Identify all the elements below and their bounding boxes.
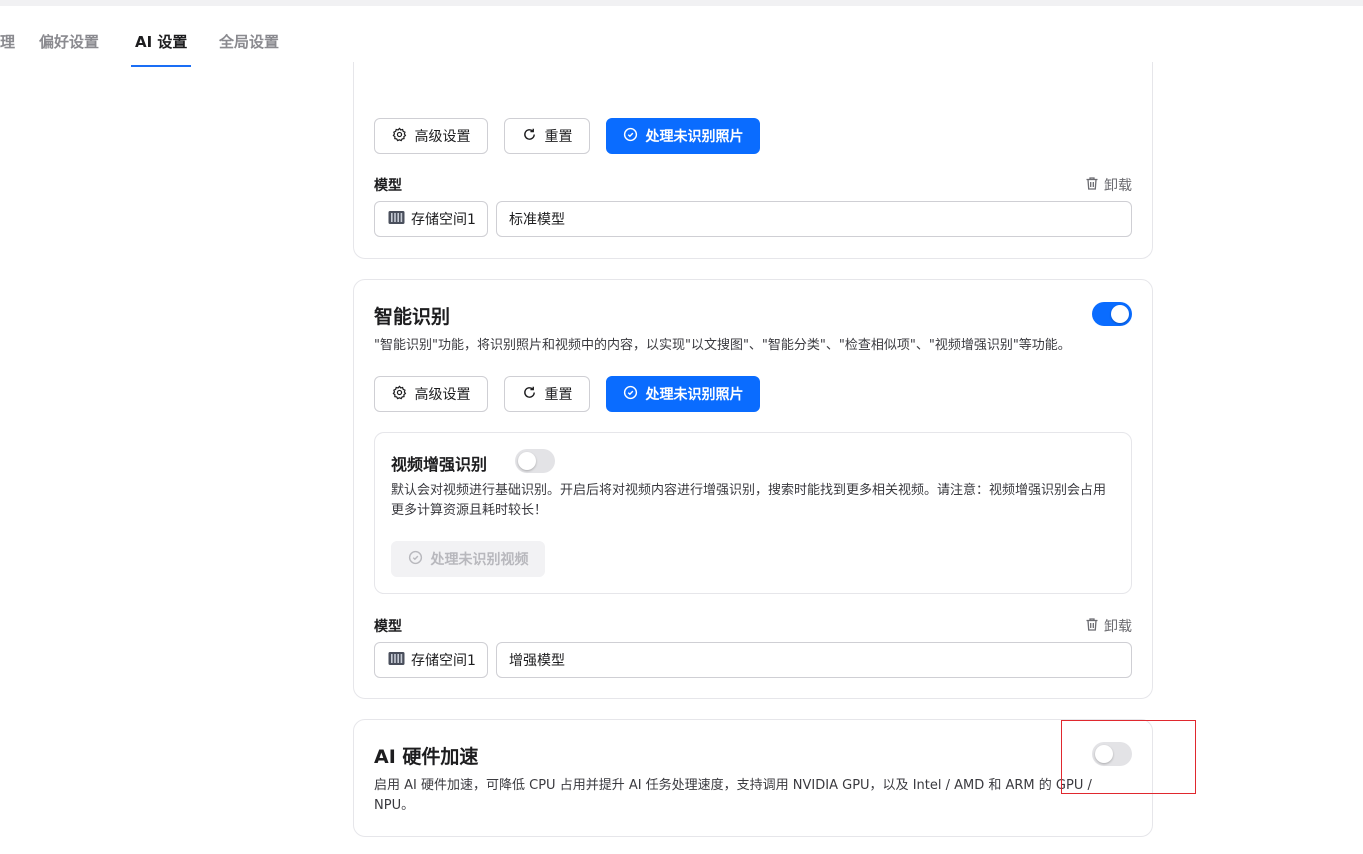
tab-management[interactable]: 理 (0, 31, 15, 52)
reset-label: 重置 (544, 129, 573, 145)
reset-button[interactable]: 重置 (504, 376, 590, 412)
process-unrecognized-videos-button[interactable]: 处理未识别视频 (391, 541, 545, 577)
smart-recognition-description: "智能识别"功能，将识别照片和视频中的内容，以实现"以文搜图"、"智能分类"、"… (374, 338, 1071, 353)
smart-recognition-title: 智能识别 (374, 306, 451, 328)
check-circle-icon (408, 550, 423, 569)
storage-label: 存储空间1 (411, 212, 476, 228)
active-tab-indicator (131, 65, 191, 67)
advanced-settings-label: 高级设置 (414, 387, 471, 403)
unload-label: 卸载 (1104, 619, 1132, 635)
video-enhanced-toggle[interactable] (515, 449, 555, 473)
refresh-icon (522, 127, 537, 146)
process-label: 处理未识别照片 (645, 129, 744, 145)
check-circle-icon (623, 127, 638, 146)
storage-selector[interactable]: 存储空间1 (374, 201, 488, 237)
storage-selector[interactable]: 存储空间1 (374, 642, 488, 678)
tab-ai-settings[interactable]: AI 设置 (135, 31, 187, 52)
model-label: 模型 (374, 619, 402, 635)
model-value: 标准模型 (509, 212, 565, 228)
advanced-settings-label: 高级设置 (414, 129, 471, 145)
video-enhanced-description: 默认会对视频进行基础识别。开启后将对视频内容进行增强识别，搜索时能找到更多相关视… (391, 483, 1107, 518)
trash-icon (1085, 176, 1099, 195)
process-unrecognized-photos-button[interactable]: 处理未识别照片 (606, 376, 760, 412)
refresh-icon (522, 385, 537, 404)
video-enhanced-recognition-panel: 视频增强识别 默认会对视频进行基础识别。开启后将对视频内容进行增强识别，搜索时能… (374, 432, 1132, 594)
ai-hardware-acceleration-description: 启用 AI 硬件加速，可降低 CPU 占用并提升 AI 任务处理速度，支持调用 … (374, 778, 1092, 813)
trash-icon (1085, 617, 1099, 636)
ai-hardware-acceleration-card: AI 硬件加速 启用 AI 硬件加速，可降低 CPU 占用并提升 AI 任务处理… (353, 719, 1153, 837)
ai-hardware-acceleration-toggle[interactable] (1092, 742, 1132, 766)
ai-hardware-acceleration-title: AI 硬件加速 (374, 746, 479, 768)
process-videos-label: 处理未识别视频 (430, 552, 529, 568)
unload-label: 卸载 (1104, 178, 1132, 194)
model-label: 模型 (374, 178, 402, 194)
storage-icon (388, 651, 405, 670)
tab-global-settings[interactable]: 全局设置 (219, 31, 279, 52)
check-circle-icon (623, 385, 638, 404)
tab-preferences[interactable]: 偏好设置 (39, 31, 99, 52)
unload-button[interactable]: 卸载 (1085, 175, 1132, 195)
smart-recognition-toggle[interactable] (1092, 302, 1132, 326)
storage-icon (388, 210, 405, 229)
storage-label: 存储空间1 (411, 653, 476, 669)
face-recognition-card: 高级设置 重置 处理未识别照片 模型 卸载 存储空间1 标准模型 (353, 62, 1153, 259)
reset-button[interactable]: 重置 (504, 118, 590, 154)
gear-icon (392, 384, 407, 404)
model-value: 增强模型 (509, 653, 565, 669)
model-select[interactable]: 标准模型 (496, 201, 1132, 237)
smart-recognition-card: 智能识别 "智能识别"功能，将识别照片和视频中的内容，以实现"以文搜图"、"智能… (353, 279, 1153, 699)
video-enhanced-title: 视频增强识别 (391, 455, 488, 474)
reset-label: 重置 (544, 387, 573, 403)
unload-button[interactable]: 卸载 (1085, 616, 1132, 636)
gear-icon (392, 126, 407, 146)
advanced-settings-button[interactable]: 高级设置 (374, 376, 488, 412)
advanced-settings-button[interactable]: 高级设置 (374, 118, 488, 154)
tab-bar: 理 偏好设置 AI 设置 全局设置 (0, 6, 1363, 68)
process-label: 处理未识别照片 (645, 387, 744, 403)
model-select[interactable]: 增强模型 (496, 642, 1132, 678)
process-unrecognized-photos-button[interactable]: 处理未识别照片 (606, 118, 760, 154)
